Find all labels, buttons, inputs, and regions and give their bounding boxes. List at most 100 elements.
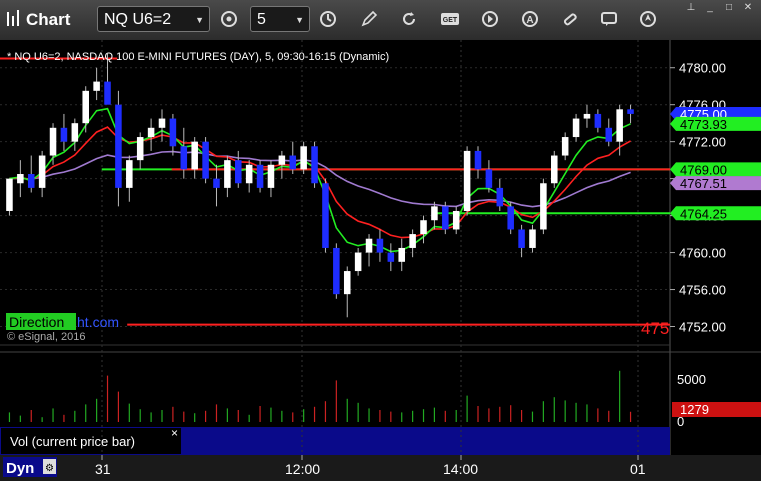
candle-body	[474, 150, 482, 170]
volume-legend: Vol (current price bar)	[10, 434, 135, 449]
candle-body	[93, 81, 100, 91]
price-tick-label: 4752.00	[679, 320, 726, 335]
clock-icon[interactable]	[316, 7, 340, 31]
interval-combo[interactable]: 5 ▼	[250, 6, 310, 32]
time-label-01: 01	[630, 461, 646, 477]
candle-body	[71, 123, 79, 142]
candle-body	[387, 252, 395, 262]
candle-body	[245, 164, 253, 184]
price-tag-label: 4767.51	[680, 176, 727, 191]
price-tag-label: 4769.00	[680, 162, 727, 177]
volume-current-value: 1279	[680, 402, 709, 417]
symbol-combo[interactable]: NQ U6=2 ▼	[97, 6, 210, 32]
candle-body	[322, 183, 329, 248]
target-icon[interactable]	[217, 7, 241, 31]
watermark-brand: Direction	[9, 314, 64, 330]
candle-body	[256, 164, 264, 188]
time-label-1200: 12:00	[285, 461, 320, 477]
candle-body	[507, 206, 514, 230]
candle-body	[49, 127, 57, 156]
price-tick-label: 4780.00	[679, 61, 726, 76]
alert-icon[interactable]: A	[518, 7, 542, 31]
price-tick-label: 4760.00	[679, 246, 726, 261]
dyn-label: Dyn	[6, 460, 34, 477]
play-icon[interactable]	[478, 7, 502, 31]
candle-body	[289, 155, 297, 170]
candle-body	[180, 146, 188, 170]
candle-body	[518, 229, 525, 248]
candle-body	[583, 113, 591, 119]
candle-body	[551, 155, 558, 184]
candle-body	[126, 160, 133, 188]
close-icon[interactable]: ✕	[741, 2, 755, 14]
price-tick-label: 4756.00	[679, 283, 726, 298]
price-tag-label: 4773.93	[680, 117, 727, 132]
chart-header: * NQ U6=2, NASDAQ 100 E-MINI FUTURES (DA…	[7, 51, 389, 63]
candle-body	[6, 178, 13, 211]
candle-body	[616, 109, 623, 142]
candle-body	[485, 169, 493, 188]
candle-body	[191, 141, 198, 170]
copyright-text: © eSignal, 2016	[7, 331, 85, 343]
candle-body	[147, 127, 155, 138]
candle-body	[376, 238, 384, 253]
nav-icon[interactable]	[636, 7, 660, 31]
candle-body	[136, 137, 144, 161]
toolbar: Chart NQ U6=2 ▼ 5 ▼ GET A ⊥ _ □ ✕	[0, 0, 761, 41]
price-tag-label: 4764.25	[680, 206, 727, 221]
candle-body	[267, 164, 275, 188]
chart-app-icon	[7, 10, 19, 26]
candle-body	[60, 127, 68, 142]
candle-body	[300, 146, 307, 170]
get-icon[interactable]: GET	[438, 7, 462, 31]
candle-body	[213, 178, 220, 188]
pin-icon[interactable]: ⊥	[684, 2, 698, 14]
candle-body	[202, 141, 209, 179]
candle-body	[398, 247, 405, 262]
candle-body	[529, 229, 536, 248]
svg-text:GET: GET	[443, 17, 458, 24]
candle-body	[115, 104, 122, 188]
candle-body	[333, 247, 340, 295]
price-tick-label: 4772.00	[679, 135, 726, 150]
candle-body	[17, 174, 24, 184]
close-icon[interactable]: ×	[171, 426, 178, 440]
candle-body	[235, 160, 242, 184]
candle-body	[463, 150, 471, 211]
candle-body	[82, 90, 89, 124]
candle-body	[572, 118, 580, 138]
candle-body	[278, 155, 286, 165]
chevron-down-icon: ▼	[195, 15, 204, 25]
candle-body	[169, 118, 177, 147]
candle-body	[104, 81, 111, 105]
candle-body	[409, 234, 416, 248]
candle-body	[561, 137, 569, 156]
candle-body	[365, 238, 373, 253]
comment-icon[interactable]	[597, 7, 621, 31]
volume-tick-5000: 5000	[677, 372, 706, 387]
candle-body	[343, 271, 351, 295]
candle-body	[442, 206, 449, 230]
candle-body	[605, 127, 613, 142]
time-label-31: 31	[95, 461, 111, 477]
candle-body	[496, 187, 504, 207]
maximize-icon[interactable]: □	[722, 2, 736, 14]
candle-body	[452, 210, 460, 230]
candle-body	[594, 113, 602, 128]
candle-body	[420, 220, 427, 235]
candle-body	[431, 206, 438, 221]
minimize-icon[interactable]: _	[703, 2, 717, 14]
candle-body	[311, 146, 318, 184]
chart-canvas[interactable]: 4780.004776.004772.004768.004764.004760.…	[0, 40, 761, 481]
chevron-down-icon: ▼	[295, 15, 304, 25]
support-level-label: 475	[641, 319, 669, 338]
refresh-icon[interactable]	[397, 7, 421, 31]
candle-body	[27, 174, 35, 188]
candle-body	[224, 160, 231, 188]
window-title: Chart	[26, 10, 71, 29]
settings-icon: ⚙	[45, 463, 54, 474]
candle-body	[540, 183, 547, 230]
pencil-icon[interactable]	[357, 7, 381, 31]
candle-body	[38, 155, 46, 188]
link-icon[interactable]	[558, 7, 582, 31]
